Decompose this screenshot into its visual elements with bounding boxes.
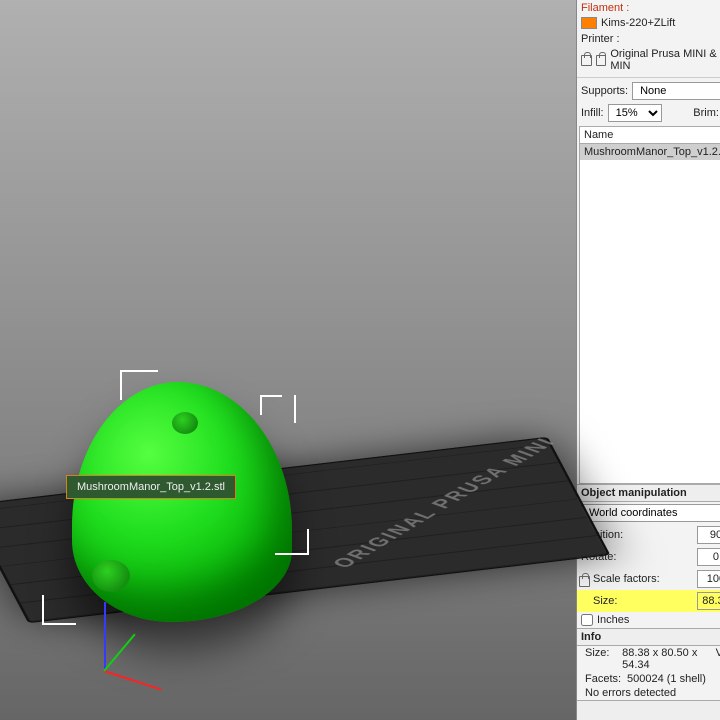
info-size-value: 88.38 x 80.50 x 54.34 [622, 647, 716, 671]
info-errors: No errors detected [585, 687, 676, 699]
info-vol-label: Vol [716, 647, 720, 671]
bbox-corner [275, 529, 309, 555]
axis-gizmo [104, 602, 106, 672]
viewport-3d[interactable]: MushroomManor_Top_v1.2.stl [0, 0, 576, 720]
object-list-item[interactable]: MushroomManor_Top_v1.2.stl [580, 144, 720, 160]
lock-icon[interactable] [596, 55, 607, 66]
infill-label: Infill: [581, 107, 604, 119]
manipulation-header: Object manipulation [581, 487, 687, 499]
size-x-input[interactable]: 88.38 [697, 592, 720, 610]
inches-checkbox[interactable] [581, 614, 593, 626]
inches-label: Inches [597, 614, 629, 626]
object-tooltip: MushroomManor_Top_v1.2.stl [66, 475, 236, 499]
infill-select[interactable]: 15% [608, 104, 662, 122]
brim-label: Brim: [693, 107, 719, 119]
object-list-header[interactable]: Name [579, 126, 720, 144]
model-mesh[interactable] [72, 382, 292, 622]
printer-settings-icon[interactable] [581, 55, 592, 66]
position-x-input[interactable]: 90 [697, 526, 720, 544]
filament-section-label: Filament : [577, 0, 720, 15]
coord-mode-select[interactable]: World coordinates [581, 504, 720, 522]
bbox-corner [42, 595, 76, 625]
scale-lock-icon[interactable] [579, 576, 590, 587]
supports-select[interactable]: None [632, 82, 720, 100]
right-panel: Filament : Kims-220+ZLift Printer : Orig… [576, 0, 720, 720]
info-facets-label: Facets: [585, 673, 627, 685]
info-header: Info [581, 631, 601, 643]
info-size-label: Size: [585, 647, 622, 671]
filament-swatch[interactable] [581, 17, 597, 29]
scale-label: Scale factors: [593, 573, 697, 585]
filament-name: Kims-220+ZLift [601, 17, 675, 29]
printer-name: Original Prusa MINI & MIN [610, 48, 720, 72]
rotate-x-input[interactable]: 0 [697, 548, 720, 566]
object-list[interactable]: MushroomManor_Top_v1.2.stl [579, 144, 720, 484]
scale-x-input[interactable]: 100 [697, 570, 720, 588]
bbox-corner [120, 370, 158, 400]
info-facets-value: 500024 (1 shell) [627, 673, 706, 685]
bbox-corner [260, 395, 296, 423]
printer-section-label: Printer : [577, 31, 720, 46]
size-label: Size: [593, 595, 697, 607]
supports-label: Supports: [581, 85, 628, 97]
